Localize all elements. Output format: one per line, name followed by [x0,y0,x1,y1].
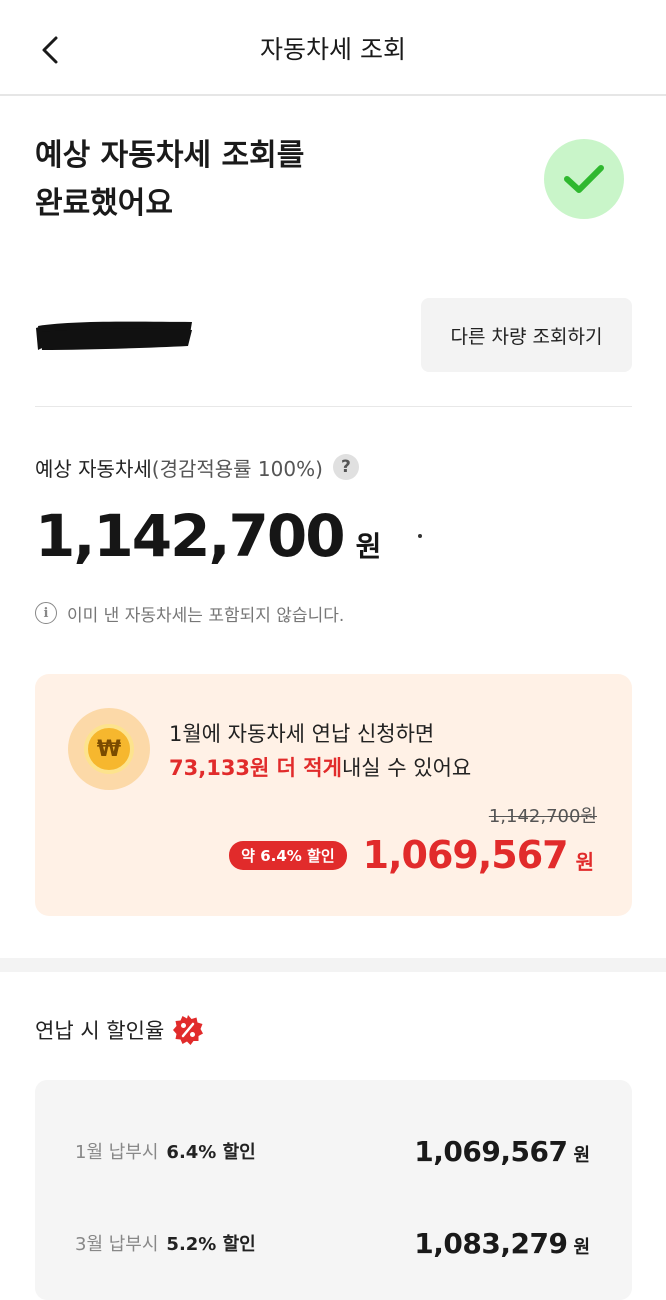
rate-section-title-row: 연납 시 할인율 [35,1012,204,1048]
rate-unit: 원 [573,1236,590,1258]
rate-percent: 6.4% 할인 [166,1142,256,1163]
rate-section-title: 연납 시 할인율 [35,1019,165,1043]
rate-amount: 1,083,279 [414,1226,568,1260]
tax-label: 예상 자동차세 [35,456,152,481]
rate-row: 1월 납부시 6.4% 할인 1,069,567 원 [75,1129,590,1173]
rate-amount: 1,069,567 [414,1134,568,1168]
promo-line2: 73,133원 더 적게내실 수 있어요 [169,752,471,782]
promo-savings: 73,133원 더 적게 [169,756,342,780]
promo-line2-rest: 내실 수 있어요 [341,756,472,780]
help-icon[interactable]: ? [332,454,359,480]
stray-dot [418,534,422,538]
result-title: 예상 자동차세 조회를 완료했어요 [35,132,475,228]
rate-month: 3월 납부시 [75,1234,159,1255]
original-price: 1,142,700원 [488,806,597,827]
annual-payment-promo-card[interactable]: ₩ 1월에 자동차세 연납 신청하면 73,133원 더 적게내실 수 있어요 … [35,674,632,916]
percent-badge-icon [173,1015,204,1045]
result-title-line2: 완료했어요 [35,186,173,221]
rate-row: 3월 납부시 5.2% 할인 1,083,279 원 [75,1221,590,1265]
notice-row: i 이미 낸 자동차세는 포함되지 않습니다. [35,598,344,628]
rate-list: 1월 납부시 6.4% 할인 1,069,567 원 3월 납부시 5.2% 할… [35,1080,632,1300]
success-check-icon [544,139,624,219]
tax-amount-row: 1,142,700 원 [35,502,381,574]
redacted-plate-number [36,321,192,350]
tax-label-row: 예상 자동차세 (경감적용률 100%) ? [35,450,359,484]
divider [35,406,632,407]
notice-text: 이미 낸 자동차세는 포함되지 않습니다. [67,605,345,626]
won-coin-icon: ₩ [68,708,150,790]
discounted-price: 1,069,567 [362,833,569,877]
won-symbol: ₩ [84,724,134,774]
rate-month: 1월 납부시 [75,1142,159,1163]
tax-unit: 원 [355,530,382,563]
other-vehicle-button[interactable]: 다른 차량 조회하기 [421,298,632,372]
rate-percent: 5.2% 할인 [166,1234,256,1255]
result-title-line1: 예상 자동차세 조회를 [35,138,305,173]
promo-line1: 1월에 자동차세 연납 신청하면 [169,722,435,746]
top-app-bar: 자동차세 조회 [0,0,666,96]
info-icon: i [35,602,57,624]
tax-label-detail: (경감적용률 100%) [151,456,323,481]
rate-value: 1,069,567 원 [414,1135,590,1168]
tax-amount: 1,142,700 [35,502,346,570]
section-separator [0,958,666,972]
rate-label: 3월 납부시 5.2% 할인 [75,1230,256,1256]
page-title: 자동차세 조회 [260,35,406,64]
rate-label: 1월 납부시 6.4% 할인 [75,1138,256,1164]
discount-badge: 약 6.4% 할인 [229,840,347,870]
rate-unit: 원 [573,1144,590,1166]
discounted-price-unit: 원 [575,849,594,874]
rate-value: 1,083,279 원 [414,1227,590,1260]
discount-row: 약 6.4% 할인 1,069,567 원 [229,830,594,880]
